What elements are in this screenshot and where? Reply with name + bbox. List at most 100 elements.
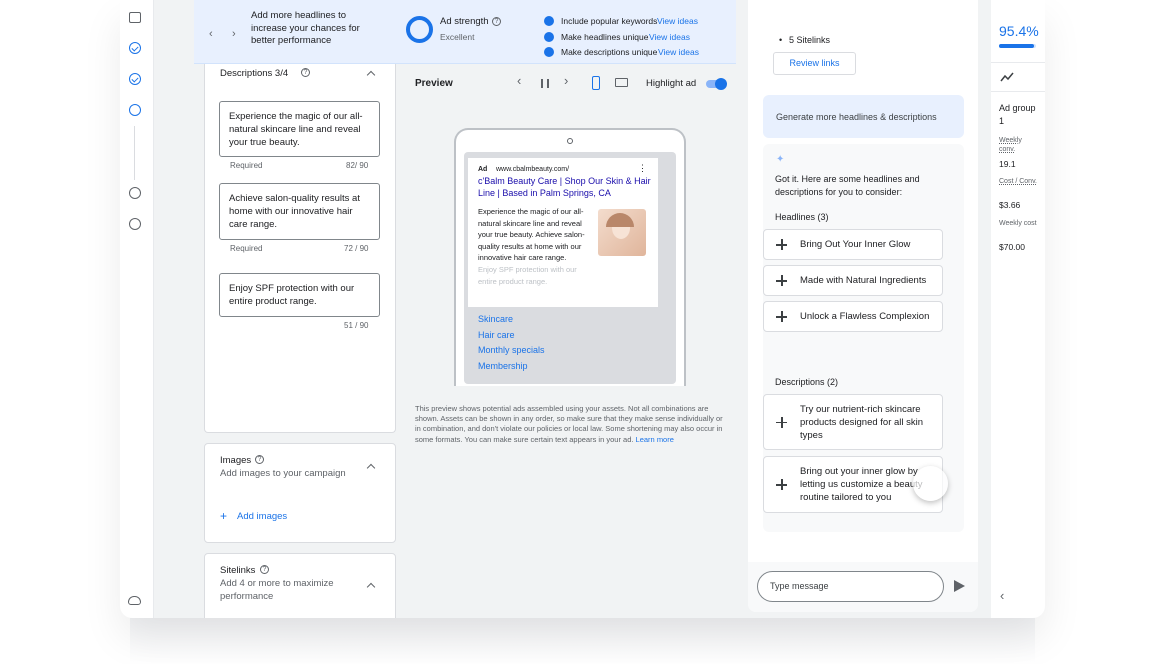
ad-strength-rating: Excellent — [440, 32, 475, 42]
preview-title: Preview — [415, 78, 453, 89]
assistant-reply-text: Got it. Here are some headlines and desc… — [775, 174, 920, 197]
sitelink[interactable]: Monthly specials — [478, 344, 545, 357]
phone-mockup: Ad www.cbalmbeauty.com/ ⋮ c'Balm Beauty … — [454, 128, 686, 386]
ad-group-name: Ad group 1 — [999, 103, 1036, 126]
description-field-1[interactable]: Experience the magic of our all-natural … — [219, 101, 380, 157]
ad-url: www.cbalmbeauty.com/ — [496, 166, 570, 173]
highlight-label: Highlight ad — [646, 78, 697, 89]
view-ideas-link[interactable]: View ideas — [658, 46, 699, 59]
highlight-toggle[interactable] — [706, 78, 727, 90]
headline-suggestion[interactable]: Bring Out Your Inner Glow — [763, 229, 943, 260]
ad-headline[interactable]: c'Balm Beauty Care | Shop Our Skin & Hai… — [478, 176, 653, 199]
check-text: Make descriptions unique — [561, 47, 658, 57]
user-prompt-text: Generate more headlines & descriptions — [776, 112, 937, 122]
assets-column: Descriptions 3/4 ? Experience the magic … — [194, 0, 406, 618]
prev-icon[interactable]: ‹ — [517, 74, 521, 88]
add-images-link[interactable]: Add images — [237, 511, 287, 524]
sparkle-icon: ✦ — [776, 154, 785, 165]
step-pending-icon[interactable] — [129, 218, 141, 230]
headlines-label: Headlines (3) — [775, 212, 829, 222]
add-icon — [776, 416, 787, 428]
app-frame: Descriptions 3/4 ? Experience the magic … — [120, 0, 1045, 618]
ad-card: Ad www.cbalmbeauty.com/ ⋮ c'Balm Beauty … — [468, 158, 658, 307]
pause-icon[interactable] — [541, 79, 549, 88]
help-icon[interactable]: ? — [492, 17, 501, 26]
image-icon[interactable] — [129, 12, 141, 23]
learn-more-link[interactable]: Learn more — [636, 435, 674, 444]
description-field-2[interactable]: Achieve salon-quality results at home wi… — [219, 183, 380, 240]
divider — [991, 62, 1045, 63]
ad-image — [598, 209, 646, 256]
ad-strength-tip: Add more headlines to increase your chan… — [251, 10, 360, 46]
sitelink[interactable]: Hair care — [478, 329, 515, 342]
collapse-icon[interactable] — [366, 463, 376, 473]
description-field-3[interactable]: Enjoy SPF protection with our entire pro… — [219, 273, 380, 317]
step-check-icon[interactable] — [129, 42, 141, 54]
check-text: Include popular keywords — [561, 16, 658, 26]
more-vert-icon[interactable]: ⋮ — [638, 162, 647, 175]
images-card: Images ? Add images to your campaign + A… — [204, 443, 396, 543]
sitelink[interactable]: Membership — [478, 360, 528, 373]
check-icon — [544, 47, 554, 57]
step-pending-icon[interactable] — [129, 187, 141, 199]
metric-value: $70.00 — [999, 242, 1025, 252]
next-icon[interactable]: › — [564, 74, 568, 88]
bullet: • — [779, 35, 783, 45]
collapse-panel-icon[interactable]: ‹ — [1000, 589, 1004, 603]
step-rail — [120, 0, 154, 618]
hair-shape — [606, 213, 634, 227]
metric-label: Weekly cost — [999, 220, 1037, 227]
cloud-icon[interactable] — [128, 596, 141, 605]
phone-camera-icon — [567, 138, 573, 144]
step-current-icon[interactable] — [129, 104, 141, 116]
divider — [991, 91, 1045, 92]
descriptions-title: Descriptions 3/4 — [220, 68, 289, 79]
score-bar-fill — [999, 44, 1035, 48]
view-ideas-link[interactable]: View ideas — [649, 31, 690, 44]
required-label: Required — [230, 244, 263, 253]
descriptions-label: Descriptions (2) — [775, 377, 839, 387]
check-icon — [544, 32, 554, 42]
metric-label: Weekly conv. — [999, 137, 1022, 153]
score-bar — [999, 44, 1036, 48]
message-input[interactable]: Type message — [757, 571, 944, 602]
help-icon[interactable]: ? — [301, 68, 310, 77]
sitelinks-subtitle: Add 4 or more to maximize performance — [220, 578, 334, 602]
sitelink[interactable]: Skincare — [478, 313, 513, 326]
collapse-icon[interactable] — [366, 70, 376, 80]
strength-gauge-icon — [406, 16, 433, 43]
ad-badge: Ad — [478, 166, 488, 173]
headline-suggestion[interactable]: Made with Natural Ingredients — [763, 265, 943, 296]
frame-shadow — [130, 618, 1035, 664]
review-links-button[interactable]: Review links — [773, 52, 856, 75]
prev-arrow-icon[interactable]: ‹ — [209, 28, 213, 41]
help-icon[interactable]: ? — [255, 455, 264, 464]
send-icon[interactable] — [954, 580, 965, 592]
add-icon — [776, 239, 787, 250]
add-icon — [776, 275, 787, 286]
metric-value: 19.1 — [999, 159, 1016, 169]
sitelinks-title: Sitelinks — [220, 565, 256, 576]
step-connector — [134, 126, 135, 180]
collapse-icon[interactable] — [366, 582, 376, 592]
view-ideas-link[interactable]: View ideas — [657, 15, 698, 28]
next-arrow-icon[interactable]: › — [232, 28, 236, 41]
check-text: Make headlines unique — [561, 32, 649, 42]
step-check-icon[interactable] — [129, 73, 141, 85]
assistant-chat-panel: • 5 Sitelinks Review links Generate more… — [748, 0, 978, 612]
ad-body: Experience the magic of our all-natural … — [478, 207, 585, 262]
desktop-view-icon[interactable] — [615, 78, 628, 87]
sitelinks-card: Sitelinks ? Add 4 or more to maximize pe… — [204, 553, 396, 618]
cursor-pointer — [913, 466, 948, 501]
char-count: 72 / 90 — [344, 244, 369, 253]
description-suggestion[interactable]: Try our nutrient-rich skincare products … — [763, 394, 943, 450]
trend-icon — [1000, 72, 1014, 82]
mobile-view-icon[interactable] — [592, 76, 600, 90]
char-count: 82/ 90 — [346, 161, 369, 170]
help-icon[interactable]: ? — [260, 565, 269, 574]
sitelinks-bullet: 5 Sitelinks — [789, 35, 831, 45]
headline-suggestion[interactable]: Unlock a Flawless Complexion — [763, 301, 943, 332]
check-icon — [544, 16, 554, 26]
ad-strength-title: Ad strength — [440, 16, 489, 27]
preview-panel: Preview ‹ › Highlight ad Ad www.cbalmbea… — [406, 64, 736, 618]
